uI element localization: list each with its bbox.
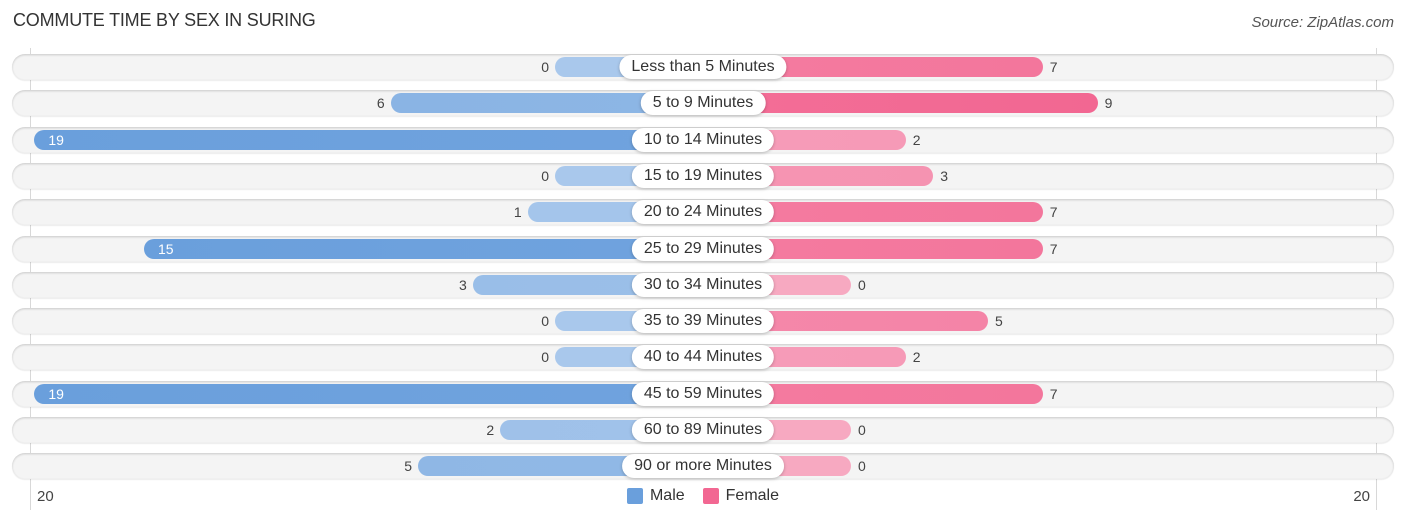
legend-item-male[interactable]: Male (626, 487, 685, 505)
value-label-male: 3 (459, 277, 467, 293)
category-label: 10 to 14 Minutes (631, 128, 775, 152)
value-label-male: 0 (541, 59, 549, 75)
category-label: 20 to 24 Minutes (631, 200, 775, 224)
value-label-female: 7 (1049, 241, 1058, 257)
legend-label-male: Male (649, 487, 685, 504)
value-label-male: 1 (513, 204, 522, 220)
category-label: 35 to 39 Minutes (631, 309, 775, 333)
category-label: 60 to 89 Minutes (631, 418, 775, 442)
value-label-female: 9 (1104, 95, 1113, 111)
value-label-female: 7 (1049, 59, 1058, 75)
bar-male[interactable] (34, 130, 703, 150)
bar-male[interactable] (34, 384, 703, 404)
category-label: 45 to 59 Minutes (631, 382, 775, 406)
category-label: 90 or more Minutes (622, 454, 784, 478)
category-label: Less than 5 Minutes (619, 55, 787, 79)
legend-swatch-female (702, 488, 719, 504)
value-label-female: 3 (940, 168, 948, 184)
value-label-male: 2 (486, 422, 495, 438)
value-label-male: 15 (158, 241, 174, 257)
category-label: 15 to 19 Minutes (631, 164, 775, 188)
value-label-female: 0 (858, 422, 866, 438)
value-label-female: 2 (912, 349, 921, 365)
category-label: 5 to 9 Minutes (640, 91, 766, 115)
legend-item-female[interactable]: Female (702, 487, 780, 505)
value-label-female: 7 (1049, 386, 1058, 402)
value-label-male: 19 (48, 386, 64, 402)
value-label-male: 5 (404, 458, 412, 474)
category-label: 25 to 29 Minutes (631, 237, 775, 261)
source-label: Source: ZipAtlas.com (1251, 14, 1394, 31)
value-label-female: 2 (912, 132, 921, 148)
chart-title: COMMUTE TIME BY SEX IN SURING (13, 10, 316, 30)
value-label-female: 0 (858, 458, 866, 474)
legend-label-female: Female (725, 487, 780, 504)
bar-male[interactable] (144, 239, 703, 259)
legend: Male Female (0, 487, 1406, 505)
value-label-male: 19 (48, 132, 64, 148)
value-label-female: 0 (858, 277, 866, 293)
value-label-male: 0 (541, 313, 549, 329)
category-label: 30 to 34 Minutes (631, 273, 775, 297)
value-label-male: 0 (541, 168, 549, 184)
legend-swatch-male (626, 488, 643, 504)
value-label-male: 6 (376, 95, 385, 111)
value-label-male: 0 (541, 349, 549, 365)
value-label-female: 7 (1049, 204, 1058, 220)
category-label: 40 to 44 Minutes (631, 345, 775, 369)
value-label-female: 5 (995, 313, 1003, 329)
